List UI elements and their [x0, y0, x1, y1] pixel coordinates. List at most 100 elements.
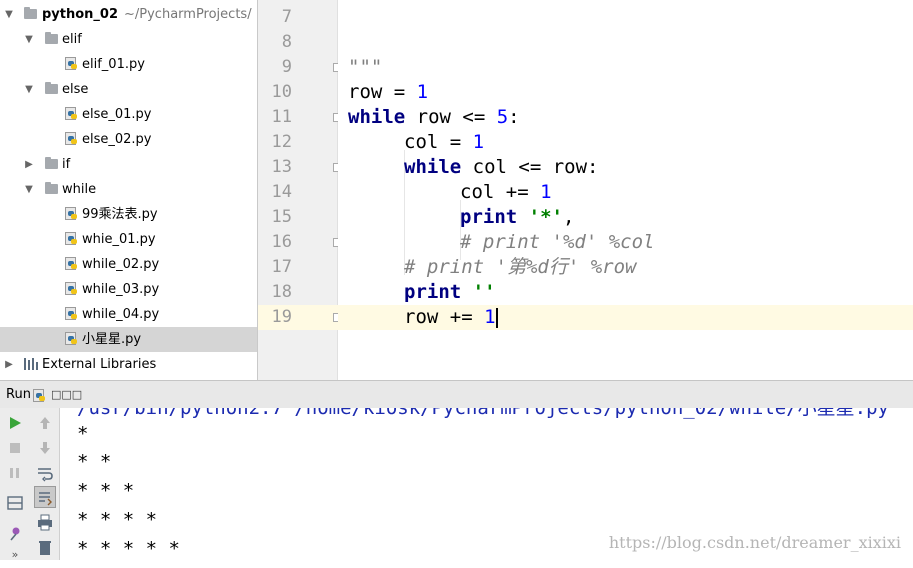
tree-folder-else[interactable]: ▼ else [0, 77, 257, 102]
tree-external-libraries[interactable]: ▶ External Libraries [0, 352, 257, 377]
project-tree: ▼ python_02 ~/PycharmProjects/ ▼ elif el… [0, 0, 258, 380]
tree-folder-while[interactable]: ▼ while [0, 177, 257, 202]
python-file-icon [65, 207, 79, 221]
line-number: 19 [271, 307, 292, 327]
python-file-icon [65, 132, 79, 146]
line-number: 15 [271, 207, 292, 227]
tree-file-label: while_03.py [82, 282, 160, 297]
console-output-line: * [77, 423, 89, 445]
code-comment: # print '第%d行' %row [404, 256, 637, 278]
scroll-down-icon[interactable] [34, 437, 56, 459]
code-number: 1 [416, 81, 429, 103]
python-file-icon [65, 257, 79, 271]
python-file-icon [65, 332, 79, 346]
run-toolwindow-header: Run □□□ [0, 380, 913, 408]
chevron-down-icon[interactable]: ▼ [23, 27, 35, 52]
console-output-line: * * * [77, 480, 135, 502]
tree-file-label: else_01.py [82, 107, 152, 122]
line-number: 17 [271, 257, 292, 277]
clear-trash-icon[interactable] [34, 536, 56, 558]
tree-file[interactable]: while_02.py [0, 252, 257, 277]
scroll-to-end-icon[interactable] [34, 486, 56, 508]
tree-file[interactable]: 99乘法表.py [0, 202, 257, 227]
code-line-16: # print '%d' %col [460, 230, 913, 255]
chevron-down-icon[interactable]: ▼ [23, 177, 35, 202]
layout-icon[interactable] [4, 492, 26, 514]
rerun-play-icon[interactable] [4, 412, 26, 434]
tree-file[interactable]: else_02.py [0, 127, 257, 152]
stop-icon[interactable] [4, 437, 26, 459]
console-output-line: * * * * [77, 509, 158, 531]
code-editor[interactable]: """ row = 1 while row <= 5: col = 1 whil… [338, 0, 913, 380]
line-number: 13 [271, 157, 292, 177]
code-text: col += [460, 181, 541, 203]
code-keyword: while [404, 156, 462, 178]
chevron-down-icon[interactable]: ▼ [3, 2, 15, 27]
tree-folder-elif[interactable]: ▼ elif [0, 27, 257, 52]
line-number: 11 [271, 107, 292, 127]
code-number: 5 [496, 106, 509, 128]
code-keyword: print [460, 206, 518, 228]
line-number: 8 [281, 32, 292, 52]
console-output-line: * * [77, 451, 112, 473]
tree-folder-label: if [62, 157, 71, 172]
code-text: : [508, 106, 520, 128]
chevron-down-icon[interactable]: ▼ [23, 77, 35, 102]
code-string: '*' [528, 206, 563, 228]
code-line-18: print '' [404, 280, 913, 305]
line-number: 10 [271, 82, 292, 102]
tree-file[interactable]: elif_01.py [0, 52, 257, 77]
folder-icon [45, 182, 58, 194]
code-line-11: while row <= 5: [348, 105, 913, 130]
tree-root-path: ~/PycharmProjects/ [124, 7, 252, 22]
tree-folder-label: elif [62, 32, 82, 47]
scroll-up-icon[interactable] [34, 412, 56, 434]
code-string: '' [472, 281, 496, 303]
code-line-19-current: row += 1 [338, 305, 913, 330]
chevron-right-icon[interactable]: ▶ [3, 352, 15, 377]
folder-icon [45, 82, 58, 94]
pin-icon[interactable] [4, 522, 26, 544]
python-file-icon [65, 282, 79, 296]
run-toolbar: » [0, 408, 60, 561]
tree-file-selected[interactable]: 小星星.py [0, 327, 257, 352]
line-number: 12 [271, 132, 292, 152]
text-caret [495, 307, 498, 328]
run-label[interactable]: Run [6, 381, 31, 409]
tree-folder-label: else [62, 82, 89, 97]
line-number: 14 [271, 182, 292, 202]
folder-icon [24, 7, 37, 19]
code-text: col = [404, 131, 473, 153]
print-icon[interactable] [34, 511, 56, 533]
python-file-icon [33, 389, 47, 403]
tree-file-label: whie_01.py [82, 232, 156, 247]
tree-folder-label: while [62, 182, 97, 197]
pause-icon[interactable] [4, 462, 26, 484]
code-line-12: col = 1 [404, 130, 913, 155]
line-number: 9 [281, 57, 292, 77]
tree-file-label: else_02.py [82, 132, 152, 147]
tree-file[interactable]: whie_01.py [0, 227, 257, 252]
python-file-icon [65, 57, 79, 71]
code-number: 1 [484, 306, 496, 328]
chevron-right-icon[interactable]: ▶ [23, 152, 35, 177]
tree-external-libraries-label: External Libraries [42, 357, 157, 372]
soft-wrap-icon[interactable] [34, 462, 56, 484]
code-comment: # print '%d' %col [460, 231, 655, 253]
tree-file-label: elif_01.py [82, 57, 145, 72]
line-number: 7 [281, 7, 292, 27]
code-keyword: while [348, 106, 406, 128]
code-number: 1 [472, 131, 485, 153]
tree-root[interactable]: ▼ python_02 ~/PycharmProjects/ [0, 2, 257, 27]
tree-file[interactable]: while_03.py [0, 277, 257, 302]
run-tab-title[interactable]: □□□ [51, 381, 82, 409]
tree-folder-if[interactable]: ▶ if [0, 152, 257, 177]
code-text: row <= [405, 106, 497, 128]
tree-root-name: python_02 [42, 7, 119, 22]
more-icon[interactable]: » [4, 546, 26, 568]
code-line-9: """ [348, 55, 913, 80]
tree-file[interactable]: while_04.py [0, 302, 257, 327]
tree-file[interactable]: else_01.py [0, 102, 257, 127]
folder-icon [45, 32, 58, 44]
console-command: /usr/bin/python2.7 /home/kiosk/PycharmPr… [77, 408, 889, 419]
